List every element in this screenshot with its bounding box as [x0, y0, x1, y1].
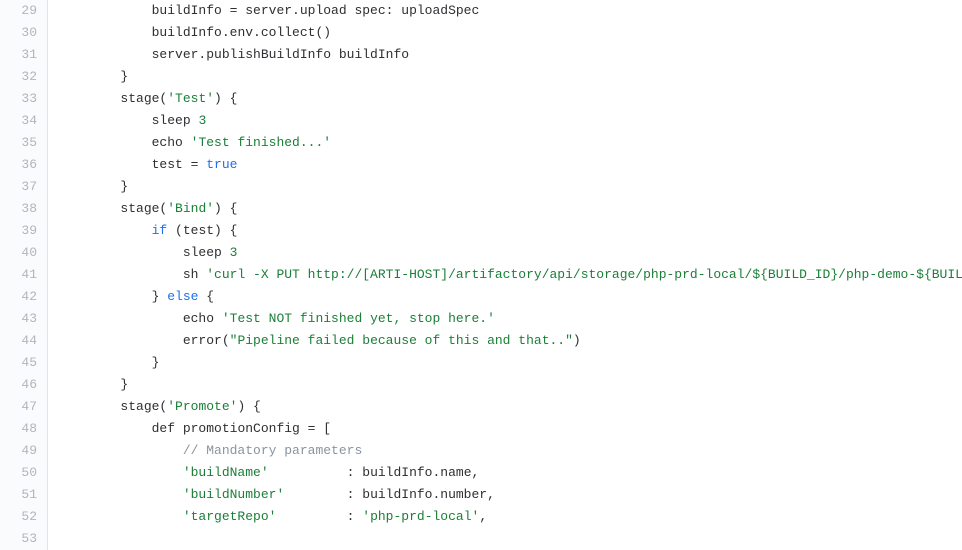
code-line[interactable]: sleep 3 [58, 242, 962, 264]
line-number: 36 [0, 154, 47, 176]
token-k: else [167, 289, 198, 304]
line-number: 43 [0, 308, 47, 330]
token-p: ) { [214, 201, 237, 216]
token-sd: "Pipeline failed because of this and tha… [230, 333, 573, 348]
token-s: 'Test NOT finished yet, stop here.' [222, 311, 495, 326]
line-number: 50 [0, 462, 47, 484]
code-line[interactable]: stage('Bind') { [58, 198, 962, 220]
line-number: 48 [0, 418, 47, 440]
token-s: 'buildNumber' [183, 487, 284, 502]
token-s: 'targetRepo' [183, 509, 277, 524]
line-number: 39 [0, 220, 47, 242]
line-number: 40 [0, 242, 47, 264]
code-area[interactable]: buildInfo = server.upload spec: uploadSp… [48, 0, 962, 550]
line-number: 31 [0, 44, 47, 66]
line-number: 49 [0, 440, 47, 462]
line-number: 45 [0, 352, 47, 374]
code-line[interactable]: stage('Promote') { [58, 396, 962, 418]
token-p: stage( [120, 399, 167, 414]
token-p: : [276, 509, 362, 524]
code-line[interactable]: echo 'Test NOT finished yet, stop here.' [58, 308, 962, 330]
token-c: // Mandatory parameters [183, 443, 362, 458]
code-line[interactable]: error("Pipeline failed because of this a… [58, 330, 962, 352]
line-number: 38 [0, 198, 47, 220]
token-p: stage( [120, 201, 167, 216]
line-number: 34 [0, 110, 47, 132]
code-line[interactable]: } [58, 352, 962, 374]
code-line[interactable]: def promotionConfig = [ [58, 418, 962, 440]
code-line[interactable]: buildInfo.env.collect() [58, 22, 962, 44]
line-number: 46 [0, 374, 47, 396]
token-p: ) { [214, 91, 237, 106]
code-editor: 2930313233343536373839404142434445464748… [0, 0, 962, 550]
line-number: 41 [0, 264, 47, 286]
token-s: 'curl -X PUT http://[ARTI-HOST]/artifact… [206, 267, 962, 282]
code-line[interactable] [58, 528, 962, 550]
token-p: def promotionConfig = [ [152, 421, 331, 436]
code-line[interactable]: // Mandatory parameters [58, 440, 962, 462]
token-s: 'Test' [167, 91, 214, 106]
code-line[interactable]: } else { [58, 286, 962, 308]
token-p: echo [183, 311, 222, 326]
line-number: 33 [0, 88, 47, 110]
token-p: buildInfo = server.upload spec: uploadSp… [152, 3, 480, 18]
token-s: 'php-prd-local' [362, 509, 479, 524]
code-line[interactable]: test = true [58, 154, 962, 176]
token-p: buildInfo.env.collect() [152, 25, 331, 40]
code-line[interactable]: sh 'curl -X PUT http://[ARTI-HOST]/artif… [58, 264, 962, 286]
token-p: error( [183, 333, 230, 348]
token-p: } [120, 179, 128, 194]
line-number: 44 [0, 330, 47, 352]
token-p: ) [573, 333, 581, 348]
code-line[interactable]: echo 'Test finished...' [58, 132, 962, 154]
code-line[interactable]: } [58, 374, 962, 396]
code-line[interactable]: } [58, 176, 962, 198]
token-p: : buildInfo.name, [269, 465, 480, 480]
code-line[interactable]: 'targetRepo' : 'php-prd-local', [58, 506, 962, 528]
line-number: 35 [0, 132, 47, 154]
line-number: 29 [0, 0, 47, 22]
code-line[interactable]: stage('Test') { [58, 88, 962, 110]
token-p: } [152, 289, 168, 304]
token-p: sh [183, 267, 206, 282]
token-s: 'Bind' [167, 201, 214, 216]
token-p: echo [152, 135, 191, 150]
code-line[interactable]: server.publishBuildInfo buildInfo [58, 44, 962, 66]
line-number: 47 [0, 396, 47, 418]
token-k: if [152, 223, 168, 238]
token-s: 'Promote' [167, 399, 237, 414]
code-line[interactable]: if (test) { [58, 220, 962, 242]
line-number: 52 [0, 506, 47, 528]
token-p: } [120, 377, 128, 392]
code-line[interactable]: 'buildName' : buildInfo.name, [58, 462, 962, 484]
line-number: 53 [0, 528, 47, 550]
line-gutter: 2930313233343536373839404142434445464748… [0, 0, 48, 550]
token-p: stage( [120, 91, 167, 106]
code-line[interactable]: } [58, 66, 962, 88]
token-p: } [120, 69, 128, 84]
token-p: : buildInfo.number, [284, 487, 495, 502]
line-number: 42 [0, 286, 47, 308]
token-p: test = [152, 157, 207, 172]
code-line[interactable]: buildInfo = server.upload spec: uploadSp… [58, 0, 962, 22]
token-p: sleep [183, 245, 230, 260]
code-line[interactable]: 'buildNumber' : buildInfo.number, [58, 484, 962, 506]
code-line[interactable]: sleep 3 [58, 110, 962, 132]
line-number: 37 [0, 176, 47, 198]
line-number: 30 [0, 22, 47, 44]
token-s: 'Test finished...' [191, 135, 331, 150]
token-n: 3 [230, 245, 238, 260]
token-p: { [198, 289, 214, 304]
token-k: true [206, 157, 237, 172]
token-p: } [152, 355, 160, 370]
token-p: server.publishBuildInfo buildInfo [152, 47, 409, 62]
line-number: 32 [0, 66, 47, 88]
token-s: 'buildName' [183, 465, 269, 480]
token-p: sleep [152, 113, 199, 128]
line-number: 51 [0, 484, 47, 506]
token-p: ) { [237, 399, 260, 414]
token-p: (test) { [167, 223, 237, 238]
token-p: , [479, 509, 487, 524]
token-n: 3 [198, 113, 206, 128]
